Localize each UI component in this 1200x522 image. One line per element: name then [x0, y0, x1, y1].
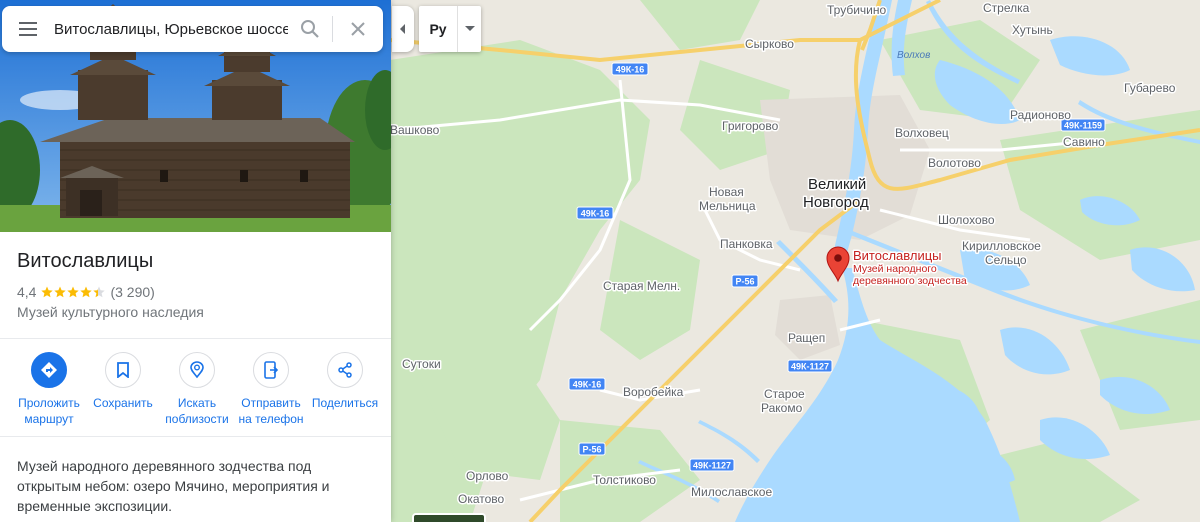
search-box	[2, 6, 383, 52]
nearby-icon	[179, 352, 215, 388]
caret-left-icon	[400, 24, 405, 34]
action-label: Искать поблизости	[165, 396, 229, 426]
road-shield: 49К-16	[576, 206, 614, 220]
place-label: Старая Мелн.	[603, 279, 680, 293]
road-shield: 49К-16	[611, 62, 649, 76]
share-button[interactable]: Поделиться	[308, 352, 382, 427]
svg-text:49К-16: 49К-16	[581, 209, 610, 219]
road-shield: Р-56	[578, 442, 606, 456]
place-label: Толстиково	[593, 473, 656, 487]
language-value: Ру	[429, 21, 447, 37]
place-label: Орлово	[466, 469, 509, 483]
svg-text:49К-1127: 49К-1127	[693, 461, 731, 471]
svg-text:49К-16: 49К-16	[573, 380, 602, 390]
svg-text:49К-16: 49К-16	[616, 65, 645, 75]
rating-row[interactable]: 4,4 (3 290)	[17, 284, 155, 300]
city-label: Великий	[808, 176, 866, 193]
place-category[interactable]: Музей культурного наследия	[17, 304, 204, 320]
star-icon	[93, 286, 106, 298]
star-icon	[80, 286, 93, 298]
imagery-thumbnail[interactable]	[412, 513, 486, 522]
close-icon	[351, 22, 365, 36]
review-count[interactable]: (3 290)	[110, 284, 154, 300]
maps-app: 49К-16 49К-16 49К-16 Р-56 49К-1127 49К-1…	[0, 0, 1200, 522]
language-select[interactable]: Ру	[419, 6, 481, 52]
place-description: Музей народного деревянного зодчества по…	[17, 458, 330, 514]
svg-text:Р-56: Р-56	[735, 277, 754, 287]
place-label: Сырково	[745, 37, 794, 51]
action-bar: Проложить маршрут Сохранить Искать побли…	[12, 352, 382, 427]
language-dropdown-arrow[interactable]	[457, 6, 481, 52]
save-button[interactable]: Сохранить	[86, 352, 160, 427]
send-to-phone-button[interactable]: Отправить на телефон	[234, 352, 308, 427]
svg-text:49К-1127: 49К-1127	[791, 362, 829, 372]
divider	[0, 436, 391, 437]
place-label: Ракомо	[761, 401, 803, 415]
marker-subtitle: Музей народного	[853, 263, 937, 275]
place-label: Воробейка	[623, 385, 684, 399]
rating-value: 4,4	[17, 284, 37, 300]
bookmark-icon	[105, 352, 141, 388]
place-label: Кирилловское	[962, 239, 1041, 253]
city-label: Новгород	[803, 194, 869, 211]
road-shield: 49К-16	[568, 377, 606, 391]
directions-button[interactable]: Проложить маршрут	[12, 352, 86, 427]
star-icon	[54, 286, 67, 298]
water-label: Волхов	[897, 50, 930, 61]
divider	[0, 338, 391, 339]
road-shield: Р-56	[731, 274, 759, 288]
place-label: Вашково	[390, 123, 440, 137]
hamburger-icon	[19, 22, 37, 36]
place-label: Шолохово	[938, 213, 995, 227]
place-label: Милославское	[691, 485, 772, 499]
place-label: Григорово	[722, 119, 779, 133]
search-icon	[301, 20, 319, 38]
clear-search-button[interactable]	[333, 6, 383, 52]
directions-icon	[31, 352, 67, 388]
collapse-panel-button[interactable]	[392, 6, 414, 52]
star-icon	[41, 286, 54, 298]
action-label: Проложить маршрут	[18, 396, 80, 426]
svg-text:Р-56: Р-56	[582, 445, 601, 455]
search-input[interactable]	[54, 20, 288, 38]
rating-stars	[41, 286, 106, 298]
road-shield: 49К-1127	[787, 359, 833, 373]
search-button[interactable]	[288, 6, 332, 52]
menu-button[interactable]	[2, 6, 54, 52]
place-title: Витославлицы	[17, 250, 154, 272]
action-label: Поделиться	[311, 396, 379, 410]
place-label: Старое	[764, 387, 805, 401]
nearby-button[interactable]: Искать поблизости	[160, 352, 234, 427]
place-label: Хутынь	[1012, 23, 1053, 37]
place-label: Мельница	[699, 199, 756, 213]
place-label: Панковка	[720, 237, 773, 251]
place-label: Ращеп	[788, 331, 825, 345]
marker-title[interactable]: Витославлицы	[852, 247, 944, 265]
place-label: Окатово	[458, 492, 505, 506]
place-label: Сельцо	[985, 253, 1027, 267]
place-label: Трубичино	[827, 3, 886, 17]
star-icon	[67, 286, 80, 298]
action-label: Отправить на телефон	[238, 396, 304, 426]
caret-down-icon	[464, 26, 475, 31]
place-label: Волотово	[928, 156, 981, 170]
place-label: Стрелка	[983, 1, 1030, 15]
place-label: Савино	[1063, 135, 1105, 149]
send-to-phone-icon	[253, 352, 289, 388]
svg-text:49К-1159: 49К-1159	[1064, 121, 1102, 131]
place-label: Радионово	[1010, 108, 1071, 122]
action-label: Сохранить	[93, 396, 153, 410]
place-panel: Витославлицы 4,4 (3 290) Музей культурно…	[0, 0, 391, 522]
place-label: Новая	[709, 185, 744, 199]
road-shield: 49К-1127	[689, 458, 735, 472]
place-label: Губарево	[1124, 81, 1176, 95]
share-icon	[327, 352, 363, 388]
place-label: Сутоки	[402, 357, 441, 371]
place-label: Волховец	[895, 126, 949, 140]
marker-subtitle: деревянного зодчества	[853, 275, 967, 287]
